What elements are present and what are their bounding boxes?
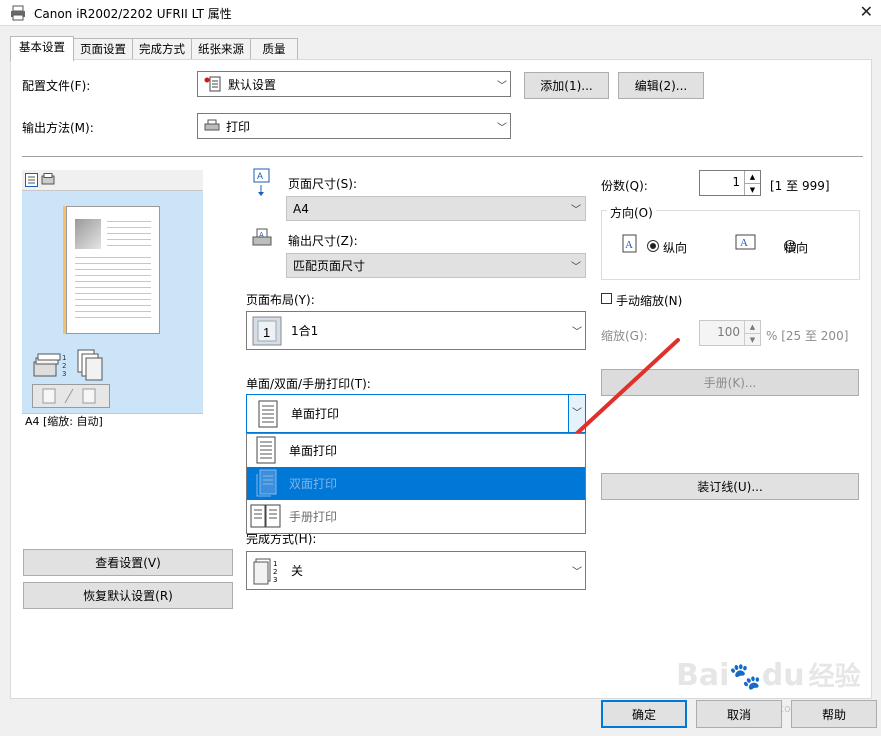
profile-doc-icon	[204, 76, 221, 92]
spin-down-icon[interactable]: ▼	[744, 333, 760, 345]
chevron-down-icon: ﹀	[571, 205, 581, 216]
window-title: Canon iR2002/2202 UFRII LT 属性	[34, 7, 232, 21]
close-icon[interactable]: ✕	[860, 2, 873, 21]
page-size-icon: A	[253, 168, 270, 196]
preview-image	[75, 219, 101, 249]
output-method-select[interactable]: 打印 ﹀	[197, 113, 511, 139]
double-sided-icon	[256, 469, 277, 497]
svg-text:1: 1	[273, 560, 277, 568]
svg-text:A: A	[257, 171, 263, 181]
restore-defaults-button[interactable]: 恢复默认设置(R)	[23, 582, 233, 609]
svg-text:2: 2	[273, 568, 277, 576]
svg-text:A: A	[625, 239, 633, 251]
add-profile-button[interactable]: 添加(1)...	[524, 72, 609, 99]
preview-panel: 1 2 3 A4 [缩放: 自动]	[22, 170, 203, 430]
tab-paper-source[interactable]: 纸张来源	[191, 38, 251, 60]
output-size-icon: A	[252, 228, 272, 246]
finishing-value: 关	[291, 564, 304, 578]
chevron-down-icon: ﹀	[497, 122, 507, 134]
svg-text:A: A	[740, 237, 748, 249]
scale-value: 100	[717, 325, 740, 339]
duplex-option-double[interactable]: 双面打印	[247, 467, 585, 500]
view-settings-button[interactable]: 查看设置(V)	[23, 549, 233, 576]
svg-text:2: 2	[62, 362, 66, 370]
svg-text:1: 1	[62, 354, 66, 362]
manual-scale-checkbox[interactable]	[601, 293, 612, 304]
title-bar: Canon iR2002/2202 UFRII LT 属性 ✕	[0, 0, 881, 26]
manual-scale-label: 手动缩放(N)	[616, 294, 683, 308]
duplex-option-label: 单面打印	[289, 444, 338, 458]
output-size-value: 匹配页面尺寸	[293, 259, 366, 273]
page-size-select[interactable]: A4 ﹀	[286, 196, 586, 221]
tab-page-setup[interactable]: 页面设置	[73, 38, 133, 60]
duplex-label: 单面/双面/手册打印(T):	[246, 377, 371, 391]
copies-stepper[interactable]: 1 ▲ ▼	[699, 170, 761, 196]
scale-stepper[interactable]: 100 ▲ ▼	[699, 320, 761, 346]
output-method-value: 打印	[226, 119, 251, 134]
chevron-down-icon: ﹀	[497, 80, 507, 92]
chevron-down-icon: ﹀	[572, 567, 582, 578]
spin-up-icon[interactable]: ▲	[744, 171, 760, 183]
stack-output-icon: 1 2 3	[33, 349, 103, 381]
collate-icon: 1 2 3	[253, 558, 277, 584]
landscape-label: 横向	[784, 241, 809, 255]
layout-label: 页面布局(Y):	[246, 293, 315, 307]
view-toggle-icon[interactable]	[25, 173, 59, 187]
cancel-button[interactable]: 取消	[696, 700, 782, 728]
duplex-option-label: 手册打印	[289, 510, 338, 524]
portrait-label: 纵向	[663, 241, 688, 255]
help-button[interactable]: 帮助	[791, 700, 877, 728]
portrait-radio[interactable]	[647, 240, 659, 252]
orientation-label: 方向(O)	[607, 204, 656, 221]
portrait-icon: A	[622, 234, 637, 253]
ok-button[interactable]: 确定	[601, 700, 687, 728]
spin-up-icon[interactable]: ▲	[744, 321, 760, 333]
chevron-down-icon: ﹀	[571, 262, 581, 273]
duplex-dropdown-list: 单面打印 双面打印 手册打印	[246, 433, 586, 534]
profile-label: 配置文件(F):	[22, 79, 91, 93]
svg-text:3: 3	[62, 370, 66, 378]
preview-status: A4 [缩放: 自动]	[22, 413, 203, 430]
finishing-select[interactable]: 1 2 3 关 ﹀	[246, 551, 586, 590]
page-preview	[66, 206, 160, 334]
printer-icon	[11, 5, 25, 21]
layout-1up-icon: 1	[252, 316, 282, 345]
output-size-label: 输出尺寸(Z):	[288, 234, 358, 248]
output-size-select[interactable]: 匹配页面尺寸 ﹀	[286, 253, 586, 278]
duplex-option-single[interactable]: 单面打印	[247, 434, 585, 467]
booklet-icon	[250, 504, 281, 528]
svg-text:1: 1	[263, 325, 270, 340]
watermark-logo: Bai🐾du 经验	[676, 658, 861, 693]
tab-finishing[interactable]: 完成方式	[132, 38, 192, 60]
duplex-option-booklet[interactable]: 手册打印	[247, 500, 585, 533]
single-sided-icon	[258, 400, 278, 427]
edit-profile-button[interactable]: 编辑(2)...	[618, 72, 704, 99]
duplex-pages-icon	[42, 388, 96, 404]
profile-value: 默认设置	[228, 77, 277, 92]
profile-select[interactable]: 默认设置 ﹀	[197, 71, 511, 97]
scale-range: % [25 至 200]	[766, 329, 849, 343]
duplex-option-label: 双面打印	[289, 477, 338, 491]
spin-down-icon[interactable]: ▼	[744, 183, 760, 195]
separator	[22, 156, 863, 157]
duplex-preview-button[interactable]	[32, 384, 110, 408]
tab-basic[interactable]: 基本设置	[10, 36, 74, 61]
tab-quality[interactable]: 质量	[250, 38, 298, 60]
printer-icon	[204, 119, 220, 131]
svg-text:3: 3	[273, 576, 277, 584]
preview-header	[22, 170, 203, 191]
landscape-icon: A	[735, 234, 756, 250]
page-size-label: 页面尺寸(S):	[288, 177, 358, 191]
single-sided-icon	[256, 436, 276, 464]
copies-label: 份数(Q):	[601, 179, 648, 193]
output-method-label: 输出方法(M):	[22, 121, 94, 135]
copies-range: [1 至 999]	[770, 179, 830, 193]
copies-value: 1	[732, 175, 740, 189]
page-size-value: A4	[293, 201, 309, 216]
